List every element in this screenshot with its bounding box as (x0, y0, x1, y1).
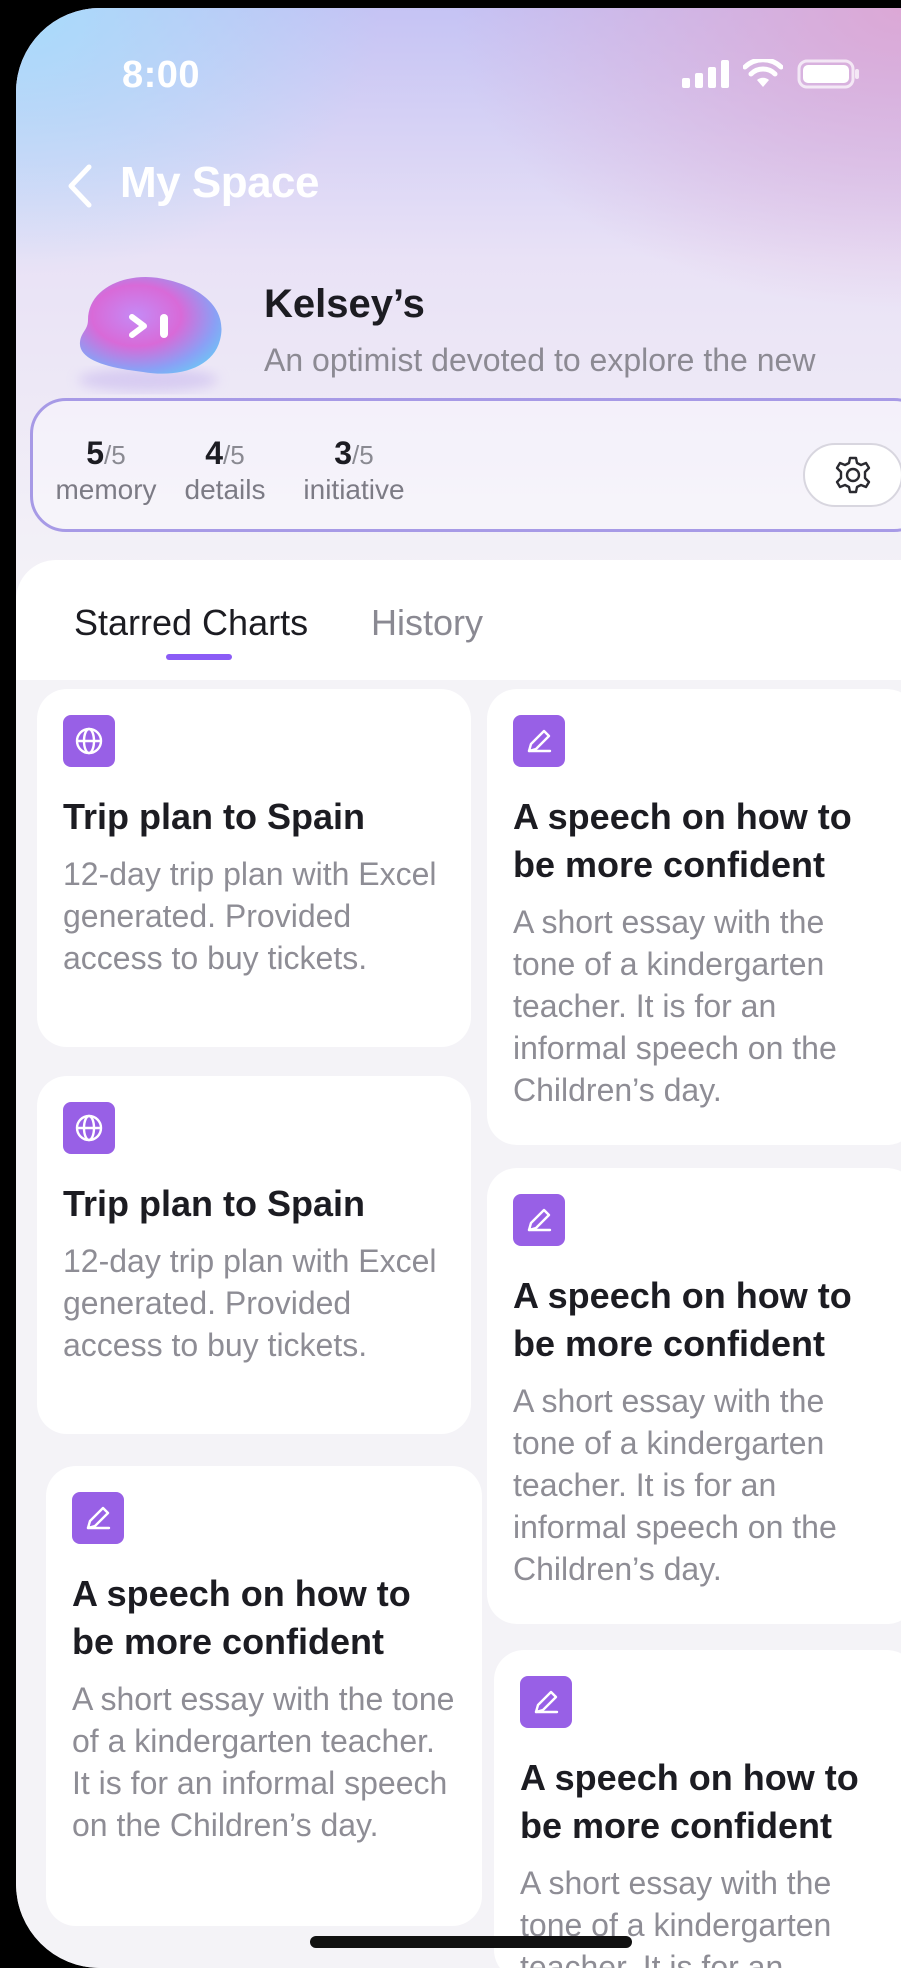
active-tab-indicator (166, 654, 232, 660)
card-description: A short essay with the tone of a kinderg… (520, 1865, 832, 1968)
tab-starred-charts[interactable]: Starred Charts (74, 602, 308, 644)
chart-card[interactable]: A speech on how to be more confident A s… (494, 1650, 901, 1968)
card-title: A speech on how to be more confident (513, 1275, 852, 1364)
wifi-icon (743, 59, 783, 87)
stat-details: 4/5 details (175, 435, 275, 506)
tab-history[interactable]: History (371, 602, 483, 644)
pen-icon (513, 1194, 565, 1246)
settings-button[interactable] (803, 443, 901, 507)
tab-bar: Starred Charts History (16, 560, 901, 680)
card-description: A short essay with the tone of a kinderg… (72, 1681, 455, 1843)
pen-icon (72, 1492, 124, 1544)
card-description: 12-day trip plan with Excel generated. P… (63, 1243, 437, 1363)
status-time: 8:00 (122, 54, 201, 96)
card-title: Trip plan to Spain (63, 796, 366, 837)
card-title: Trip plan to Spain (63, 1183, 366, 1224)
chevron-left-icon (68, 164, 92, 208)
gear-icon (835, 456, 871, 494)
card-description: A short essay with the tone of a kinderg… (513, 1383, 837, 1587)
stat-initiative-label: initiative (303, 474, 405, 505)
status-icons (682, 58, 861, 90)
back-button[interactable] (56, 158, 104, 214)
stat-memory-value: 5 (86, 435, 105, 471)
globe-icon (63, 1102, 115, 1154)
battery-icon (797, 59, 859, 89)
card-description: 12-day trip plan with Excel generated. P… (63, 856, 437, 976)
signal-icon (682, 60, 729, 88)
globe-icon (63, 715, 115, 767)
chart-card[interactable]: Trip plan to Spain 12-day trip plan with… (37, 689, 471, 1047)
pen-icon (520, 1676, 572, 1728)
chart-card[interactable]: A speech on how to be more confident A s… (487, 1168, 901, 1624)
stat-details-max: /5 (223, 440, 245, 470)
pen-icon (513, 715, 565, 767)
profile-description: An optimist devoted to explore the new (264, 342, 816, 378)
chart-card[interactable]: Trip plan to Spain 12-day trip plan with… (37, 1076, 471, 1434)
avatar (58, 260, 238, 400)
assistant-blob-icon (78, 276, 222, 392)
card-title: A speech on how to be more confident (72, 1573, 411, 1662)
chart-card[interactable]: A speech on how to be more confident A s… (487, 689, 901, 1145)
card-title: A speech on how to be more confident (520, 1757, 859, 1846)
stat-memory-max: /5 (104, 440, 126, 470)
page-title: My Space (120, 158, 319, 207)
stat-memory: 5/5 memory (51, 435, 161, 506)
profile-name: Kelsey’s (264, 282, 425, 326)
stat-initiative-value: 3 (334, 435, 353, 471)
stat-initiative-max: /5 (352, 440, 374, 470)
phone-screen: 8:00 My Space Kelsey’s An optimist devot… (16, 8, 901, 1968)
stat-details-value: 4 (205, 435, 224, 471)
stat-memory-label: memory (55, 474, 157, 505)
card-title: A speech on how to be more confident (513, 796, 852, 885)
stat-details-label: details (184, 474, 266, 505)
card-description: A short essay with the tone of a kinderg… (513, 904, 837, 1108)
stat-initiative: 3/5 initiative (289, 435, 419, 506)
chart-card[interactable]: A speech on how to be more confident A s… (46, 1466, 482, 1926)
stats-panel: 5/5 memory 4/5 details 3/5 initiative (30, 398, 901, 532)
home-indicator[interactable] (310, 1936, 632, 1948)
